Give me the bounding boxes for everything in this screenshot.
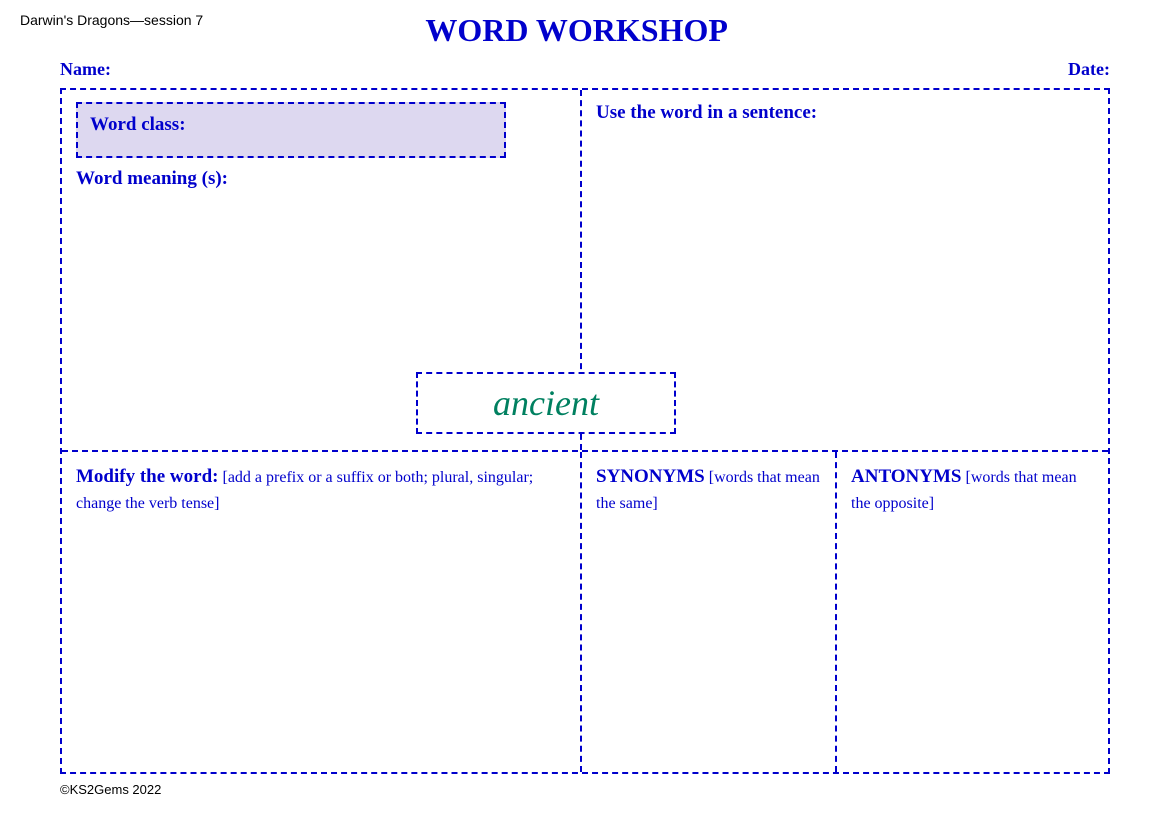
top-section: Word class: Word meaning (s): ancient Us… (62, 90, 1108, 452)
antonyms-heading: ANTONYMS [words that mean the opposite] (851, 464, 1094, 515)
antonyms-bold: ANTONYMS (851, 466, 962, 487)
central-word: ancient (493, 383, 599, 423)
page-title: WORD WORKSHOP (203, 12, 950, 49)
synonyms-panel: SYNONYMS [words that mean the same] (582, 452, 837, 772)
antonyms-panel: ANTONYMS [words that mean the opposite] (837, 452, 1108, 772)
word-class-label: Word class: (90, 114, 186, 135)
footer: ©KS2Gems 2022 (60, 782, 1150, 797)
central-word-box: ancient (416, 372, 676, 434)
name-date-row: Name: Date: (60, 59, 1110, 80)
word-class-box: Word class: (76, 102, 506, 158)
modify-panel: Modify the word: [add a prefix or a suff… (62, 452, 582, 772)
synonyms-heading: SYNONYMS [words that mean the same] (596, 464, 821, 515)
synonyms-bold: SYNONYMS (596, 466, 705, 487)
left-panel: Word class: Word meaning (s): ancient (62, 90, 582, 450)
modify-bold: Modify the word: (76, 466, 218, 487)
session-label: Darwin's Dragons—session 7 (20, 12, 203, 28)
use-sentence-label: Use the word in a sentence: (596, 102, 1094, 124)
top-bar: Darwin's Dragons—session 7 WORD WORKSHOP (20, 12, 1150, 49)
word-meaning-label: Word meaning (s): (76, 168, 566, 190)
bottom-section: Modify the word: [add a prefix or a suff… (62, 452, 1108, 772)
name-label: Name: (60, 59, 111, 80)
date-label: Date: (1068, 59, 1110, 80)
modify-heading: Modify the word: [add a prefix or a suff… (76, 464, 566, 515)
main-container: Word class: Word meaning (s): ancient Us… (60, 88, 1110, 774)
copyright-text: ©KS2Gems 2022 (60, 782, 161, 797)
